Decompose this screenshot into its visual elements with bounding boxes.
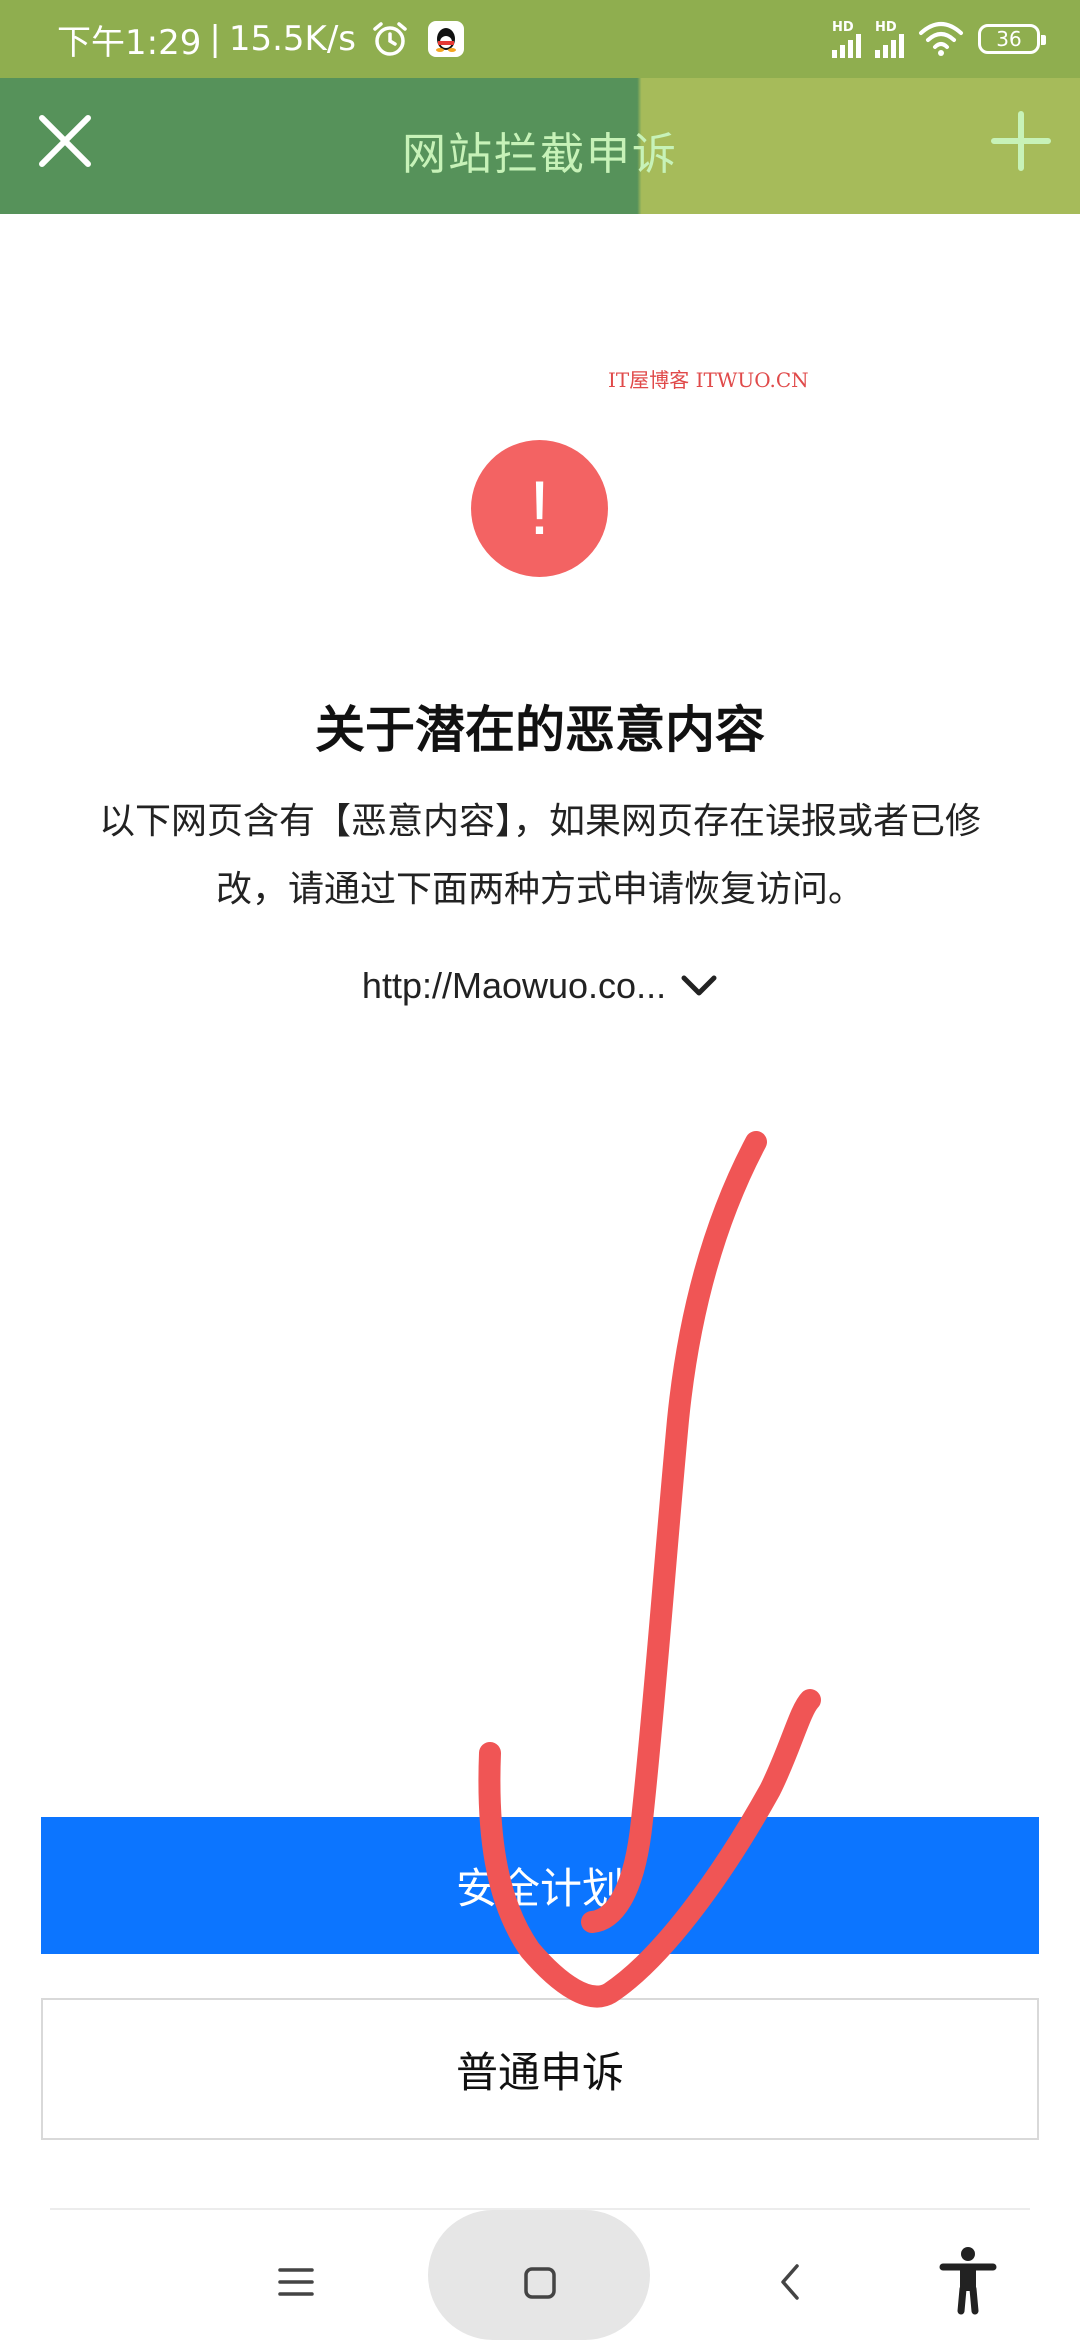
normal-appeal-button[interactable]: 普通申诉 — [41, 1998, 1039, 2140]
signal-hd-label: HD — [875, 19, 897, 35]
battery-icon: 36 — [978, 24, 1046, 54]
wifi-icon — [918, 21, 964, 57]
network-speed: 15.5K/s — [228, 19, 356, 59]
status-time: 下午1:29 — [57, 22, 202, 63]
signal-icon: HD — [832, 21, 861, 58]
qq-icon — [426, 19, 466, 59]
alarm-icon — [370, 19, 410, 59]
status-right: HD HD 36 — [832, 16, 1046, 62]
annotation-arrow — [478, 1131, 821, 2008]
description: 以下网页含有【恶意内容】，如果网页存在误报或者已修改，请通过下面两种方式申请恢复… — [98, 801, 981, 910]
status-left: 下午1:29 | 15.5K/s — [57, 16, 466, 63]
battery-level: 36 — [996, 27, 1022, 51]
navigation-bar — [0, 2210, 1080, 2340]
status-separator: | — [209, 19, 221, 59]
heading: 关于潜在的恶意内容 — [315, 701, 765, 759]
signal-hd-label: HD — [832, 19, 854, 35]
safety-plan-button[interactable]: 安全计划 — [41, 1817, 1039, 1954]
home-icon[interactable] — [509, 2252, 571, 2314]
blocked-url: http://Maowuo.co... — [361, 965, 667, 1006]
plus-icon[interactable] — [988, 108, 1054, 174]
watermark: IT屋博客 ITWUO.CN — [608, 368, 809, 392]
status-bar: 下午1:29 | 15.5K/s HD HD 36 — [0, 0, 1080, 78]
page-title: 网站拦截申诉 — [402, 129, 678, 180]
accessibility-icon[interactable] — [935, 2242, 1001, 2318]
url-row[interactable]: http://Maowuo.co... — [0, 965, 1080, 1007]
back-icon[interactable] — [760, 2252, 820, 2312]
alert-icon: ! — [471, 440, 608, 577]
menu-icon[interactable] — [266, 2252, 326, 2312]
chevron-down-icon[interactable] — [680, 973, 718, 999]
title-bar: 网站拦截申诉 — [0, 78, 1080, 214]
signal-icon: HD — [875, 21, 904, 58]
